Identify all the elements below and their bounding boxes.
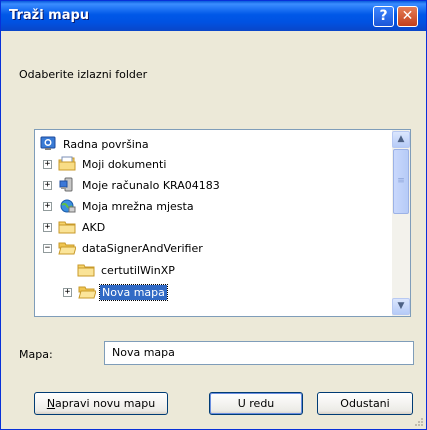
resize-grip-icon[interactable] bbox=[413, 416, 423, 426]
tree-item[interactable]: + Moja mrežna mjesta bbox=[43, 196, 196, 216]
tree-item[interactable]: − dataSignerAndVerifier bbox=[43, 238, 205, 258]
new-folder-button[interactable]: Napravi novu mapu bbox=[34, 392, 168, 415]
folder-tree-items: Radna površina + Moji dokumenti + Moje račun… bbox=[35, 130, 392, 316]
folder-tree[interactable]: Radna površina + Moji dokumenti + Moje račun… bbox=[34, 129, 411, 317]
expand-icon[interactable]: + bbox=[43, 159, 52, 169]
expand-icon[interactable]: + bbox=[63, 287, 72, 297]
prompt-label: Odaberite izlazni folder bbox=[19, 68, 148, 81]
folder-open-icon bbox=[58, 240, 77, 256]
folder-field-label: Mapa: bbox=[19, 348, 53, 361]
tree-item[interactable]: + Moje računalo KRA04183 bbox=[43, 175, 222, 195]
new-folder-button-label: Napravi novu mapu bbox=[46, 397, 156, 410]
desktop-icon bbox=[39, 136, 57, 152]
scroll-up-button[interactable]: ▲ bbox=[392, 131, 410, 148]
expand-icon[interactable]: + bbox=[43, 201, 52, 211]
expand-icon[interactable]: + bbox=[43, 180, 52, 190]
network-icon bbox=[58, 198, 76, 214]
tree-item-label: Moje računalo KRA04183 bbox=[82, 178, 220, 192]
tree-item-label: Moja mrežna mjesta bbox=[82, 199, 194, 213]
folder-icon bbox=[58, 219, 76, 235]
scroll-thumb[interactable]: ≡ bbox=[393, 149, 409, 214]
vertical-scrollbar[interactable]: ▲ ≡ ▼ bbox=[392, 130, 410, 316]
window-title: Traži mapu bbox=[9, 8, 90, 23]
close-button[interactable]: ✕ bbox=[397, 6, 418, 27]
tree-item[interactable]: + AKD bbox=[43, 217, 107, 237]
title-bar[interactable]: Traži mapu ? ✕ bbox=[1, 1, 426, 31]
tree-item[interactable]: + Nova mapa bbox=[63, 282, 168, 302]
browse-folder-dialog: Traži mapu ? ✕ Odaberite izlazni folder … bbox=[0, 0, 427, 430]
documents-folder-icon bbox=[58, 156, 76, 172]
folder-icon bbox=[77, 262, 95, 278]
tree-item-label: AKD bbox=[82, 220, 106, 234]
tree-item-label: Nova mapa bbox=[99, 283, 168, 301]
tree-item[interactable]: + Moji dokumenti bbox=[43, 154, 168, 174]
tree-item-label: Moji dokumenti bbox=[82, 157, 167, 171]
tree-item-label: dataSignerAndVerifier bbox=[82, 241, 203, 255]
ok-button[interactable]: U redu bbox=[209, 392, 303, 415]
tree-item[interactable]: certutilWinXP bbox=[77, 260, 177, 280]
folder-open-icon bbox=[78, 284, 97, 300]
folder-name-input[interactable]: Nova mapa bbox=[104, 341, 414, 365]
collapse-icon[interactable]: − bbox=[43, 243, 52, 253]
scroll-down-button[interactable]: ▼ bbox=[392, 298, 410, 315]
tree-item-label: certutilWinXP bbox=[101, 263, 175, 277]
help-button[interactable]: ? bbox=[373, 6, 394, 27]
computer-icon bbox=[58, 177, 76, 193]
cancel-button[interactable]: Odustani bbox=[317, 392, 413, 415]
tree-item[interactable]: Radna površina bbox=[39, 134, 151, 154]
tree-item-label: Radna površina bbox=[63, 137, 149, 151]
expand-icon[interactable]: + bbox=[43, 222, 52, 232]
